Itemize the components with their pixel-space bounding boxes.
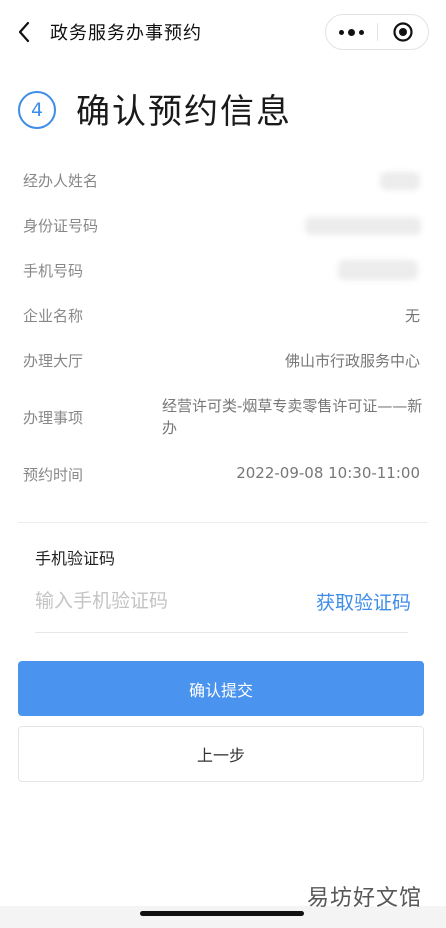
home-indicator[interactable] (140, 911, 304, 916)
info-value: 无 (404, 307, 420, 325)
close-button[interactable] (377, 15, 428, 49)
get-code-button[interactable]: 获取验证码 (316, 588, 411, 615)
more-dots-icon (338, 28, 364, 36)
watermark-text: 易坊好文馆 (306, 886, 422, 911)
redacted-value (380, 172, 420, 190)
info-value: 经营许可类-烟草专卖零售许可证——新办 (162, 397, 423, 437)
info-label: 手机号码 (23, 262, 84, 280)
info-value: 2022-09-08 10:30-11:00 (236, 464, 420, 482)
info-label: 经办人姓名 (23, 172, 99, 190)
redacted-value (305, 217, 421, 235)
input-underline (35, 632, 408, 633)
page-title: 政务服务办事预约 (50, 23, 202, 44)
top-nav-bar: 政务服务办事预约 (0, 0, 446, 64)
previous-step-button[interactable]: 上一步 (18, 726, 424, 782)
section-divider (18, 522, 428, 523)
target-circle-icon (393, 22, 413, 42)
info-label: 企业名称 (23, 307, 84, 325)
sms-code-label: 手机验证码 (35, 549, 116, 568)
info-label: 预约时间 (23, 466, 84, 484)
info-label: 身份证号码 (23, 217, 99, 235)
confirm-submit-button[interactable]: 确认提交 (18, 661, 424, 716)
redacted-value (338, 260, 418, 280)
sms-code-input[interactable] (35, 585, 285, 617)
info-label: 办理大厅 (23, 352, 84, 370)
more-button[interactable] (326, 15, 377, 49)
mini-program-capsule (325, 14, 429, 50)
step-title: 确认预约信息 (76, 92, 292, 132)
step-number-badge: 4 (18, 91, 56, 129)
chevron-left-icon (18, 21, 30, 43)
info-value: 佛山市行政服务中心 (284, 352, 420, 370)
info-label: 办理事项 (23, 409, 84, 427)
back-button[interactable] (10, 18, 38, 46)
